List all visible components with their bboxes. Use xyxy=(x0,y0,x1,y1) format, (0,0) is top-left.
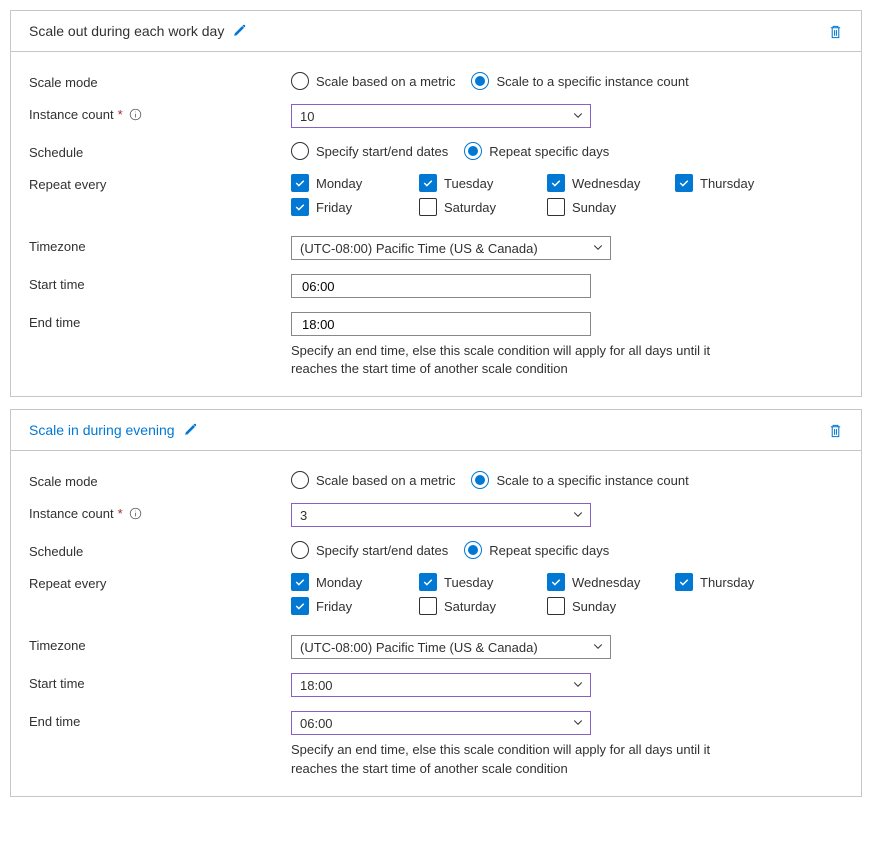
day-monday[interactable]: Monday xyxy=(291,573,419,591)
day-saturday[interactable]: Saturday xyxy=(419,198,547,216)
instance-count-select[interactable]: 10 xyxy=(291,104,591,128)
panel-header: Scale in during evening xyxy=(11,410,861,451)
instance-count-value: 3 xyxy=(300,508,307,523)
end-time-label: End time xyxy=(29,711,291,729)
day-tuesday[interactable]: Tuesday xyxy=(419,573,547,591)
timezone-select[interactable]: (UTC-08:00) Pacific Time (US & Canada) xyxy=(291,635,611,659)
scale-condition-panel: Scale in during evening Scale mode Scale… xyxy=(10,409,862,796)
scale-condition-panel: Scale out during each work day Scale mod… xyxy=(10,10,862,397)
timezone-label: Timezone xyxy=(29,236,291,254)
panel-body: Scale mode Scale based on a metric Scale… xyxy=(11,451,861,795)
delete-icon[interactable] xyxy=(828,423,843,438)
panel-title[interactable]: Scale in during evening xyxy=(29,422,175,438)
day-sunday[interactable]: Sunday xyxy=(547,198,675,216)
timezone-label: Timezone xyxy=(29,635,291,653)
schedule-label: Schedule xyxy=(29,541,291,559)
end-time-label: End time xyxy=(29,312,291,330)
end-time-input[interactable] xyxy=(291,312,591,336)
info-icon[interactable] xyxy=(129,108,142,121)
days-group: Monday Tuesday Wednesday Thursday Friday… xyxy=(291,174,843,222)
timezone-select[interactable]: (UTC-08:00) Pacific Time (US & Canada) xyxy=(291,236,611,260)
day-thursday[interactable]: Thursday xyxy=(675,573,803,591)
info-icon[interactable] xyxy=(129,507,142,520)
chevron-down-icon xyxy=(572,109,584,124)
start-time-value: 18:00 xyxy=(300,678,333,693)
chevron-down-icon xyxy=(592,640,604,655)
radio-label: Repeat specific days xyxy=(489,144,609,159)
instance-count-label: Instance count* xyxy=(29,503,291,521)
radio-scale-metric[interactable]: Scale based on a metric xyxy=(291,471,455,489)
chevron-down-icon xyxy=(572,716,584,731)
repeat-every-label: Repeat every xyxy=(29,573,291,591)
start-time-field[interactable] xyxy=(300,278,582,295)
radio-schedule-dates[interactable]: Specify start/end dates xyxy=(291,541,448,559)
start-time-label: Start time xyxy=(29,673,291,691)
instance-count-value: 10 xyxy=(300,109,314,124)
panel-body: Scale mode Scale based on a metric Scale… xyxy=(11,52,861,396)
radio-label: Scale based on a metric xyxy=(316,473,455,488)
schedule-label: Schedule xyxy=(29,142,291,160)
repeat-every-label: Repeat every xyxy=(29,174,291,192)
radio-label: Specify start/end dates xyxy=(316,543,448,558)
radio-label: Scale to a specific instance count xyxy=(496,473,688,488)
radio-label: Repeat specific days xyxy=(489,543,609,558)
day-wednesday[interactable]: Wednesday xyxy=(547,174,675,192)
chevron-down-icon xyxy=(572,678,584,693)
day-friday[interactable]: Friday xyxy=(291,198,419,216)
panel-title: Scale out during each work day xyxy=(29,23,224,39)
radio-scale-metric[interactable]: Scale based on a metric xyxy=(291,72,455,90)
radio-label: Scale based on a metric xyxy=(316,74,455,89)
end-time-field[interactable] xyxy=(300,316,582,333)
scale-mode-label: Scale mode xyxy=(29,471,291,489)
edit-icon[interactable] xyxy=(232,24,246,38)
radio-label: Specify start/end dates xyxy=(316,144,448,159)
days-group: Monday Tuesday Wednesday Thursday Friday… xyxy=(291,573,843,621)
day-thursday[interactable]: Thursday xyxy=(675,174,803,192)
edit-icon[interactable] xyxy=(183,423,197,437)
scale-mode-label: Scale mode xyxy=(29,72,291,90)
end-time-hint: Specify an end time, else this scale con… xyxy=(291,342,731,378)
radio-schedule-dates[interactable]: Specify start/end dates xyxy=(291,142,448,160)
day-sunday[interactable]: Sunday xyxy=(547,597,675,615)
start-time-label: Start time xyxy=(29,274,291,292)
start-time-input[interactable] xyxy=(291,274,591,298)
day-monday[interactable]: Monday xyxy=(291,174,419,192)
instance-count-label: Instance count* xyxy=(29,104,291,122)
radio-schedule-repeat[interactable]: Repeat specific days xyxy=(464,142,609,160)
day-tuesday[interactable]: Tuesday xyxy=(419,174,547,192)
timezone-value: (UTC-08:00) Pacific Time (US & Canada) xyxy=(300,640,538,655)
end-time-hint: Specify an end time, else this scale con… xyxy=(291,741,731,777)
radio-scale-specific[interactable]: Scale to a specific instance count xyxy=(471,471,688,489)
delete-icon[interactable] xyxy=(828,24,843,39)
radio-schedule-repeat[interactable]: Repeat specific days xyxy=(464,541,609,559)
day-wednesday[interactable]: Wednesday xyxy=(547,573,675,591)
day-saturday[interactable]: Saturday xyxy=(419,597,547,615)
radio-scale-specific[interactable]: Scale to a specific instance count xyxy=(471,72,688,90)
radio-label: Scale to a specific instance count xyxy=(496,74,688,89)
day-friday[interactable]: Friday xyxy=(291,597,419,615)
timezone-value: (UTC-08:00) Pacific Time (US & Canada) xyxy=(300,241,538,256)
end-time-value: 06:00 xyxy=(300,716,333,731)
chevron-down-icon xyxy=(572,508,584,523)
instance-count-select[interactable]: 3 xyxy=(291,503,591,527)
panel-header: Scale out during each work day xyxy=(11,11,861,52)
end-time-select[interactable]: 06:00 xyxy=(291,711,591,735)
chevron-down-icon xyxy=(592,241,604,256)
start-time-select[interactable]: 18:00 xyxy=(291,673,591,697)
